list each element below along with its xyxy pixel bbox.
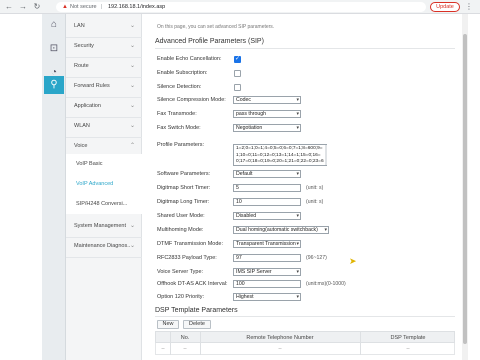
dsp-section-divider bbox=[155, 316, 455, 317]
multihoming-mode-label: Multihoming Mode: bbox=[157, 227, 204, 233]
digitmap-short-timer-label: Digitmap Short Timer: bbox=[157, 185, 211, 191]
sidebar-item-label: Maintenance Diagnos... bbox=[74, 243, 130, 249]
silence-detection-label: Silence Detection: bbox=[157, 84, 202, 90]
update-button[interactable]: Update bbox=[430, 2, 460, 12]
main-content: On this page, you can set advanced SIP p… bbox=[142, 14, 462, 360]
table-cell: -- bbox=[161, 346, 165, 352]
silence-compression-label: Silence Compression Mode: bbox=[157, 97, 226, 103]
subscription-label: Enable Subscription: bbox=[157, 70, 208, 76]
voice-server-type-label: Voice Server Type: bbox=[157, 269, 204, 275]
echo-cancellation-label: Enable Echo Cancellation: bbox=[157, 56, 222, 62]
shared-user-mode-label: Shared User Mode: bbox=[157, 213, 205, 219]
offhook-ack-input[interactable]: 100 bbox=[233, 280, 301, 288]
dtmf-mode-label: DTMF Transmission Mode: bbox=[157, 241, 224, 247]
page-scrollbar-thumb[interactable] bbox=[463, 34, 467, 344]
rfc2833-payload-input[interactable]: 97 bbox=[233, 254, 301, 262]
sidebar-subitem-voip-basic[interactable]: VoIP Basic bbox=[66, 154, 142, 174]
dtmf-mode-select[interactable]: Transparent Transmission bbox=[233, 240, 301, 248]
offhook-ack-label: Offhook DT-AS ACK Interval: bbox=[157, 281, 228, 287]
subscription-checkbox[interactable] bbox=[234, 70, 241, 77]
silence-detection-checkbox[interactable] bbox=[234, 84, 241, 91]
silence-compression-select[interactable]: Codec bbox=[233, 96, 301, 104]
fax-transmode-label: Fax Transmode: bbox=[157, 111, 197, 117]
digitmap-long-timer-unit: (unit: s) bbox=[306, 199, 324, 205]
table-row: -- -- -- -- bbox=[155, 343, 455, 355]
table-header: No. Remote Telephone Number DSP Template bbox=[155, 331, 455, 344]
rfc2833-payload-range: (96~127) bbox=[306, 255, 327, 261]
fax-switch-mode-label: Fax Switch Mode: bbox=[157, 125, 201, 131]
sidebar-subitem-voip-advanced[interactable]: VoIP Advanced bbox=[66, 174, 142, 194]
sidebar-item-maintenance-diagnosis[interactable]: Maintenance Diagnos... ⌄ bbox=[66, 234, 142, 258]
table-cell: -- bbox=[406, 346, 410, 352]
delete-button[interactable]: Delete bbox=[183, 320, 211, 329]
profile-parameters-textarea[interactable]: 1=2;0=1;0=1;4=0;5=0;6=0;7=1;8=600;9=1;10… bbox=[233, 144, 327, 166]
browser-toolbar: ← → ↻ ▲ Not secure | 192.168.18.1/index.… bbox=[0, 0, 480, 14]
rfc2833-payload-label: RFC2833 Payload Type: bbox=[157, 255, 217, 261]
mouse-cursor-icon: ➤ bbox=[349, 256, 357, 266]
profile-parameters-label: Profile Parameters: bbox=[157, 142, 205, 148]
table-cell: -- bbox=[278, 346, 282, 352]
icon-rail: ⌂ ⊡ ◔ ⚲ bbox=[42, 14, 66, 360]
more-menu-icon[interactable]: ⋮ bbox=[465, 2, 473, 12]
lock-icon[interactable]: ⊡ bbox=[44, 40, 64, 58]
dsp-section-title: DSP Template Parameters bbox=[155, 307, 238, 314]
digitmap-short-timer-input[interactable]: 5 bbox=[233, 184, 301, 192]
address-bar[interactable]: ▲ Not secure | 192.168.18.1/index.asp bbox=[56, 2, 426, 12]
security-label: Not secure bbox=[70, 4, 97, 10]
textarea-scrollbar[interactable] bbox=[325, 145, 327, 165]
software-parameters-select[interactable]: Default bbox=[233, 170, 301, 178]
url-text[interactable]: 192.168.18.1/index.asp bbox=[108, 2, 165, 12]
page-intro: On this page, you can set advanced SIP p… bbox=[157, 24, 275, 30]
section-title: Advanced Profile Parameters (SIP) bbox=[155, 38, 264, 45]
shared-user-mode-select[interactable]: Disabled bbox=[233, 212, 301, 220]
voice-server-type-select[interactable]: IMS SIP Server bbox=[233, 268, 301, 276]
page-scrollbar[interactable] bbox=[462, 14, 468, 360]
digitmap-long-timer-input[interactable]: 10 bbox=[233, 198, 301, 206]
forward-icon[interactable]: → bbox=[18, 2, 28, 12]
back-icon[interactable]: ← bbox=[4, 2, 14, 12]
echo-cancellation-checkbox[interactable]: ✓ bbox=[234, 56, 241, 63]
multihoming-mode-select[interactable]: Dual homing(automatic switchback) bbox=[233, 226, 329, 234]
chevron-down-icon: ⌄ bbox=[130, 243, 136, 249]
fax-transmode-select[interactable]: pass through bbox=[233, 110, 301, 118]
offhook-ack-unit: (unit:ms)(0-1000) bbox=[306, 281, 346, 287]
sidebar-subitem-sip-h248-conversion[interactable]: SIP/H248 Conversi... bbox=[66, 194, 142, 214]
software-parameters-label: Software Parameters: bbox=[157, 171, 211, 177]
search-settings-icon[interactable]: ⚲ bbox=[44, 76, 64, 94]
warning-icon: ▲ bbox=[62, 4, 68, 10]
option120-priority-label: Option 120 Priority: bbox=[157, 294, 205, 300]
fax-switch-mode-select[interactable]: Negotiation bbox=[233, 124, 301, 132]
url-separator: | bbox=[101, 4, 103, 10]
reload-icon[interactable]: ↻ bbox=[32, 2, 42, 12]
digitmap-long-timer-label: Digitmap Long Timer: bbox=[157, 199, 210, 205]
home-icon[interactable]: ⌂ bbox=[44, 16, 64, 34]
digitmap-short-timer-unit: (unit: s) bbox=[306, 185, 324, 191]
sidebar-subitem-label: SIP/H248 Conversi... bbox=[76, 201, 128, 207]
section-divider bbox=[155, 48, 455, 49]
new-button[interactable]: New bbox=[157, 320, 179, 329]
sidebar-subitem-label: VoIP Advanced bbox=[76, 181, 114, 187]
option120-priority-select[interactable]: Highest bbox=[233, 293, 301, 301]
table-cell: -- bbox=[183, 346, 187, 352]
sidebar-subitem-label: VoIP Basic bbox=[76, 161, 103, 167]
sidebar: LAN ⌄ Security ⌄ Route ⌄ Forward Rules ⌄… bbox=[66, 14, 142, 360]
